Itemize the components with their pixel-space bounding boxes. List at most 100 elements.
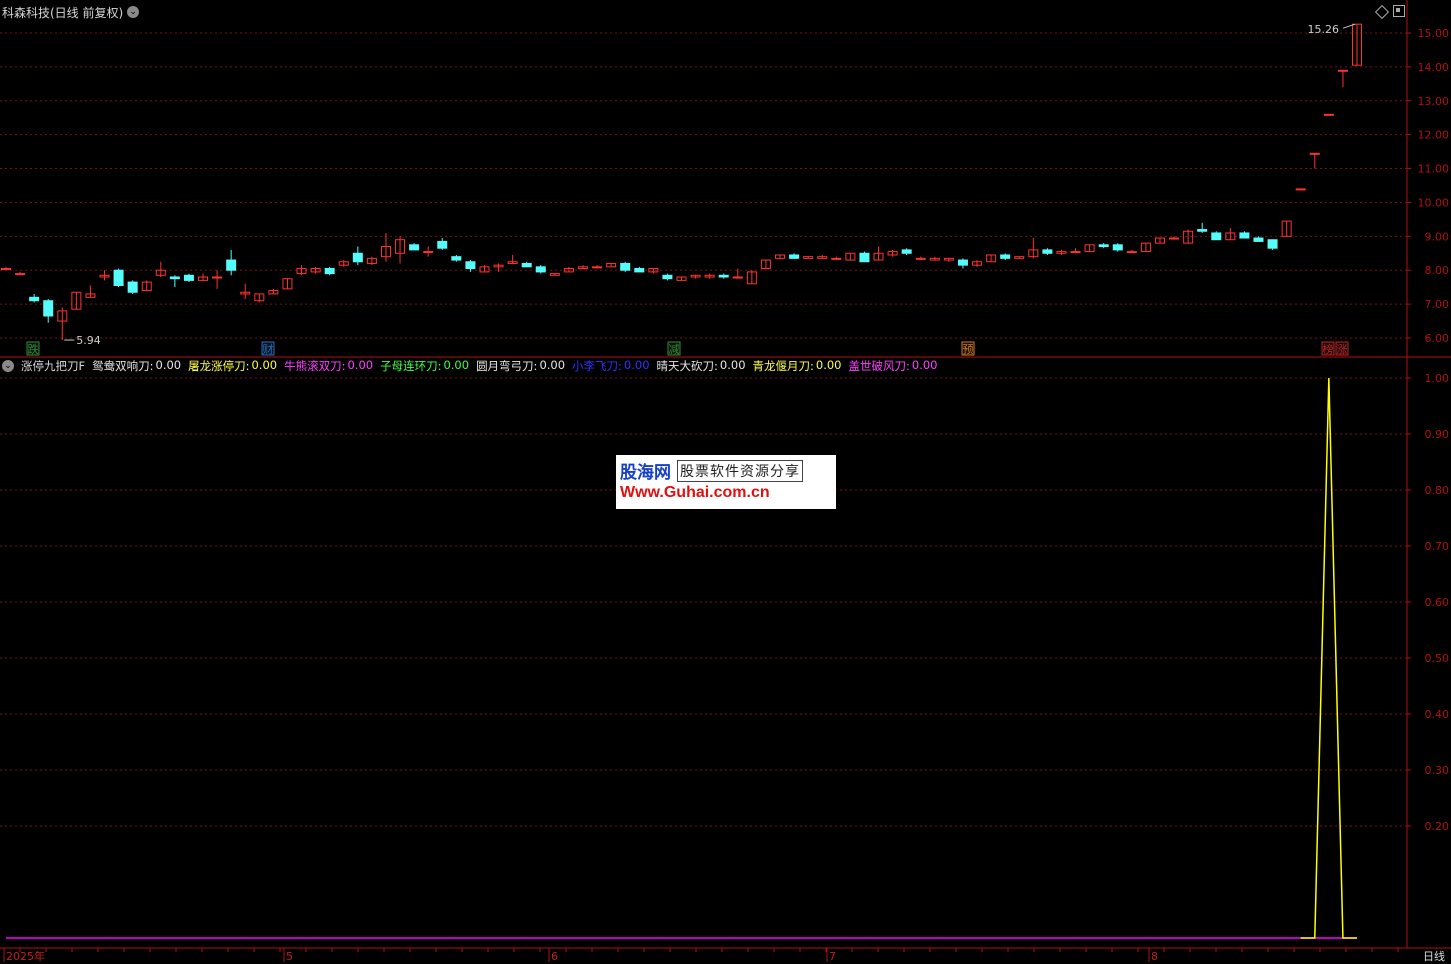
indicator-item: 屠龙涨停刀: 0.00 bbox=[188, 358, 277, 374]
candle-body[interactable] bbox=[859, 252, 870, 263]
candle-body[interactable] bbox=[1337, 69, 1348, 72]
candle-body[interactable] bbox=[1126, 251, 1137, 254]
candle-body[interactable] bbox=[113, 269, 124, 286]
restore-window-icon[interactable] bbox=[1393, 5, 1405, 17]
candle-body[interactable] bbox=[1098, 244, 1109, 248]
candle-body[interactable] bbox=[831, 257, 842, 260]
indicator-item-label: 鸳鸯双响刀: bbox=[92, 359, 154, 373]
event-tag: 预 bbox=[963, 343, 974, 356]
watermark: 股海网 股票软件资源分享 Www.Guhai.com.cn bbox=[616, 455, 836, 509]
indicator-item: 青龙偃月刀: 0.00 bbox=[753, 358, 842, 374]
indicator-axis-label: 0.50 bbox=[1425, 652, 1450, 665]
candle-body[interactable] bbox=[718, 274, 729, 278]
price-axis-label: 13.00 bbox=[1418, 95, 1450, 108]
price-axis-label: 7.00 bbox=[1425, 298, 1450, 311]
candle-body[interactable] bbox=[620, 262, 631, 271]
candle-body[interactable] bbox=[901, 249, 912, 254]
indicator-item: 盖世破风刀: 0.00 bbox=[849, 358, 938, 374]
candle-body[interactable] bbox=[451, 256, 462, 261]
candle-body[interactable] bbox=[465, 261, 476, 270]
candle-body[interactable] bbox=[409, 244, 420, 251]
indicator-item: 牛熊滚双刀: 0.00 bbox=[284, 358, 373, 374]
candle-body[interactable] bbox=[423, 251, 434, 254]
chevron-down-icon[interactable]: ⌄ bbox=[127, 6, 140, 18]
indicator-axis-label: 0.40 bbox=[1425, 708, 1450, 721]
candle-body[interactable] bbox=[1239, 232, 1250, 239]
candle-body[interactable] bbox=[226, 259, 237, 271]
indicator-item-value: 0.00 bbox=[815, 358, 842, 372]
indicator-item-value: 0.00 bbox=[443, 358, 470, 372]
candle-body[interactable] bbox=[43, 300, 54, 317]
indicator-item-value: 0.00 bbox=[719, 358, 746, 372]
candle-body[interactable] bbox=[183, 274, 194, 281]
candle-body[interactable] bbox=[352, 252, 363, 263]
indicator-legend: ⌄ 涨停九把刀F 鸳鸯双响刀: 0.00 屠龙涨停刀: 0.00 牛熊滚双刀: 0.00 子… bbox=[2, 358, 937, 374]
diamond-icon[interactable] bbox=[1374, 4, 1390, 20]
candle-body[interactable] bbox=[634, 268, 645, 273]
x-axis-label: 8 bbox=[1151, 950, 1158, 962]
price-axis-label: 15.00 bbox=[1418, 27, 1450, 40]
price-axis-label: 14.00 bbox=[1418, 61, 1450, 74]
candle-body[interactable] bbox=[29, 296, 40, 302]
candle-body[interactable] bbox=[1042, 249, 1053, 254]
chevron-down-icon[interactable]: ⌄ bbox=[2, 360, 14, 372]
candle-body[interactable] bbox=[592, 266, 603, 269]
x-axis-label: 7 bbox=[829, 950, 836, 962]
candle-body[interactable] bbox=[1197, 229, 1208, 232]
candle-body[interactable] bbox=[324, 268, 335, 275]
candle-body[interactable] bbox=[1211, 232, 1222, 241]
event-tag: 跌 bbox=[28, 342, 39, 356]
candle-body[interactable] bbox=[662, 274, 673, 280]
candle-body[interactable] bbox=[1070, 251, 1081, 254]
candle-body[interactable] bbox=[1, 268, 11, 271]
candle-body[interactable] bbox=[535, 266, 546, 273]
candle-body[interactable] bbox=[127, 281, 138, 293]
low-price-label: 5.94 bbox=[76, 334, 101, 347]
candle-body[interactable] bbox=[1112, 244, 1123, 251]
indicator-spike-line bbox=[1300, 377, 1357, 939]
candle-body[interactable] bbox=[1323, 113, 1334, 116]
watermark-url: Www.Guhai.com.cn bbox=[620, 484, 770, 501]
stock-title: 科森科技(日线 前复权) bbox=[2, 5, 124, 20]
candle-body[interactable] bbox=[957, 259, 968, 266]
indicator-item-label: 青龙偃月刀: bbox=[752, 359, 814, 373]
event-tag: 榜 bbox=[1323, 342, 1334, 356]
candle-body[interactable] bbox=[1295, 188, 1306, 191]
candle-body[interactable] bbox=[1253, 237, 1264, 242]
x-axis-label: 5 bbox=[286, 950, 293, 962]
event-tag: 涨 bbox=[1337, 343, 1348, 356]
indicator-item: 小李飞刀: 0.00 bbox=[572, 358, 649, 374]
indicator-item-label: 晴天大砍刀: bbox=[656, 359, 718, 373]
candle-body[interactable] bbox=[1000, 254, 1011, 259]
indicator-item-value: 0.00 bbox=[251, 358, 278, 372]
indicator-item-label: 屠龙涨停刀: bbox=[188, 359, 250, 373]
indicator-item-label: 小李飞刀: bbox=[572, 359, 622, 373]
indicator-axis-label: 0.30 bbox=[1425, 764, 1450, 777]
indicator-item-label: 圆月弯弓刀: bbox=[476, 359, 538, 373]
indicator-axis-label: 1.00 bbox=[1425, 372, 1450, 385]
candle-body[interactable] bbox=[1309, 152, 1320, 155]
candle-body[interactable] bbox=[1267, 239, 1278, 249]
price-axis-label: 10.00 bbox=[1418, 196, 1450, 209]
price-axis-label: 11.00 bbox=[1418, 163, 1450, 176]
price-axis-label: 6.00 bbox=[1425, 332, 1450, 345]
x-axis-label: 6 bbox=[551, 950, 558, 962]
candle-body[interactable] bbox=[15, 273, 26, 276]
event-tag: 减 bbox=[669, 343, 680, 356]
candle-body[interactable] bbox=[169, 276, 180, 280]
candle-body[interactable] bbox=[521, 262, 532, 268]
indicator-item-value: 0.00 bbox=[539, 358, 566, 372]
candle-body[interactable] bbox=[1169, 237, 1180, 240]
indicator-name[interactable]: 涨停九把刀F bbox=[21, 358, 85, 374]
candle-body[interactable] bbox=[437, 240, 448, 249]
candle-body[interactable] bbox=[789, 254, 800, 259]
chart-title-bar[interactable]: 科森科技(日线 前复权) ⌄ bbox=[2, 3, 140, 21]
indicator-item-value: 0.00 bbox=[623, 358, 650, 372]
candle-body[interactable] bbox=[732, 276, 743, 279]
indicator-item-label: 子母连环刀: bbox=[380, 359, 442, 373]
candle-body[interactable] bbox=[212, 276, 223, 279]
candle-body[interactable] bbox=[915, 257, 926, 260]
indicator-item-value: 0.00 bbox=[347, 358, 374, 372]
watermark-slogan: 股票软件资源分享 bbox=[677, 459, 803, 482]
price-axis-label: 12.00 bbox=[1418, 129, 1450, 142]
